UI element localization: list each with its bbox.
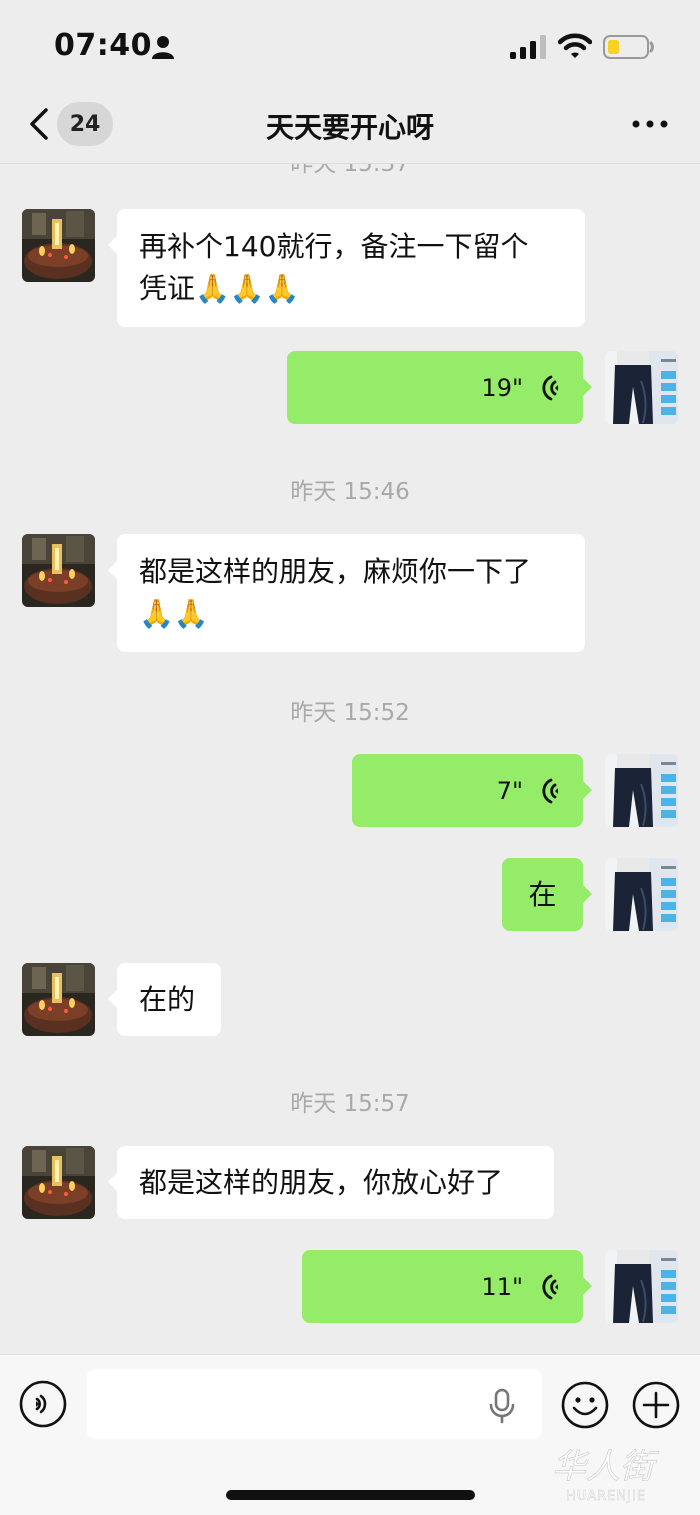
folded-hands-emoji: 🙏 (195, 272, 230, 305)
cellular-signal-icon (510, 35, 546, 59)
folded-hands-emoji: 🙏 (229, 272, 265, 305)
contact-avatar[interactable] (22, 534, 95, 607)
voice-wave-icon (542, 1274, 558, 1299)
contact-avatar[interactable] (22, 209, 95, 282)
message-text: 凭证 (139, 272, 196, 305)
status-bar: 07:40 (0, 0, 700, 90)
incoming-message-bubble[interactable]: 都是这样的朋友，麻烦你一下了 🙏🙏 (108, 534, 585, 652)
emoji-icon[interactable] (560, 1380, 610, 1430)
message-timestamp: 昨天 15:46 (290, 479, 410, 505)
message-timestamp: 昨天 15:52 (290, 700, 410, 726)
message-text-line: 再补个140就行，备注一下留个 (139, 230, 529, 263)
outgoing-voice-message[interactable]: 7" (352, 754, 592, 827)
my-avatar[interactable] (605, 858, 678, 931)
voice-duration: 19" (481, 373, 523, 402)
voice-input-toggle-icon[interactable] (19, 1380, 67, 1428)
folded-hands-emoji: 🙏 (264, 272, 300, 305)
plus-icon[interactable] (631, 1380, 681, 1430)
outgoing-voice-message[interactable]: 11" (302, 1250, 592, 1323)
folded-hands-emoji: 🙏 (139, 597, 174, 630)
message-text-line: 凭证🙏🙏🙏 (139, 268, 563, 310)
person-icon (152, 36, 174, 59)
microphone-icon[interactable] (488, 1388, 516, 1424)
input-toolbar (0, 1354, 700, 1515)
message-text: 都是这样的朋友，你放心好了 (139, 1166, 504, 1199)
message-timestamp: 昨天 15:57 (290, 1091, 410, 1117)
voice-duration: 7" (496, 776, 523, 805)
contact-avatar[interactable] (22, 1146, 95, 1219)
message-text-line: 都是这样的朋友，麻烦你一下了 (139, 555, 532, 588)
message-input[interactable] (87, 1369, 542, 1439)
my-avatar[interactable] (605, 1250, 678, 1323)
message-text: 在 (528, 878, 557, 911)
wifi-icon (558, 33, 592, 58)
voice-duration: 11" (481, 1272, 523, 1301)
home-indicator[interactable] (226, 1490, 475, 1500)
outgoing-voice-message[interactable]: 19" (287, 351, 592, 424)
contact-avatar[interactable] (22, 963, 95, 1036)
voice-wave-icon (542, 778, 558, 803)
more-options-icon[interactable] (628, 108, 672, 140)
voice-wave-icon (542, 375, 558, 400)
folded-hands-emoji: 🙏 (173, 597, 209, 630)
incoming-message-bubble[interactable]: 在的 (108, 963, 221, 1036)
message-text-line: 🙏🙏 (139, 593, 563, 635)
my-avatar[interactable] (605, 351, 678, 424)
back-chevron-icon[interactable] (26, 106, 50, 142)
message-text: 在的 (139, 983, 196, 1016)
outgoing-message-bubble[interactable]: 在 (502, 858, 592, 931)
battery-icon (603, 35, 654, 59)
chat-header: 24 天天要开心呀 (0, 90, 700, 164)
incoming-message-bubble[interactable]: 都是这样的朋友，你放心好了 (108, 1146, 554, 1219)
unread-count-badge[interactable]: 24 (57, 102, 113, 146)
my-avatar[interactable] (605, 754, 678, 827)
incoming-message-bubble[interactable]: 再补个140就行，备注一下留个 凭证🙏🙏🙏 (108, 209, 585, 327)
status-time: 07:40 (54, 28, 152, 63)
